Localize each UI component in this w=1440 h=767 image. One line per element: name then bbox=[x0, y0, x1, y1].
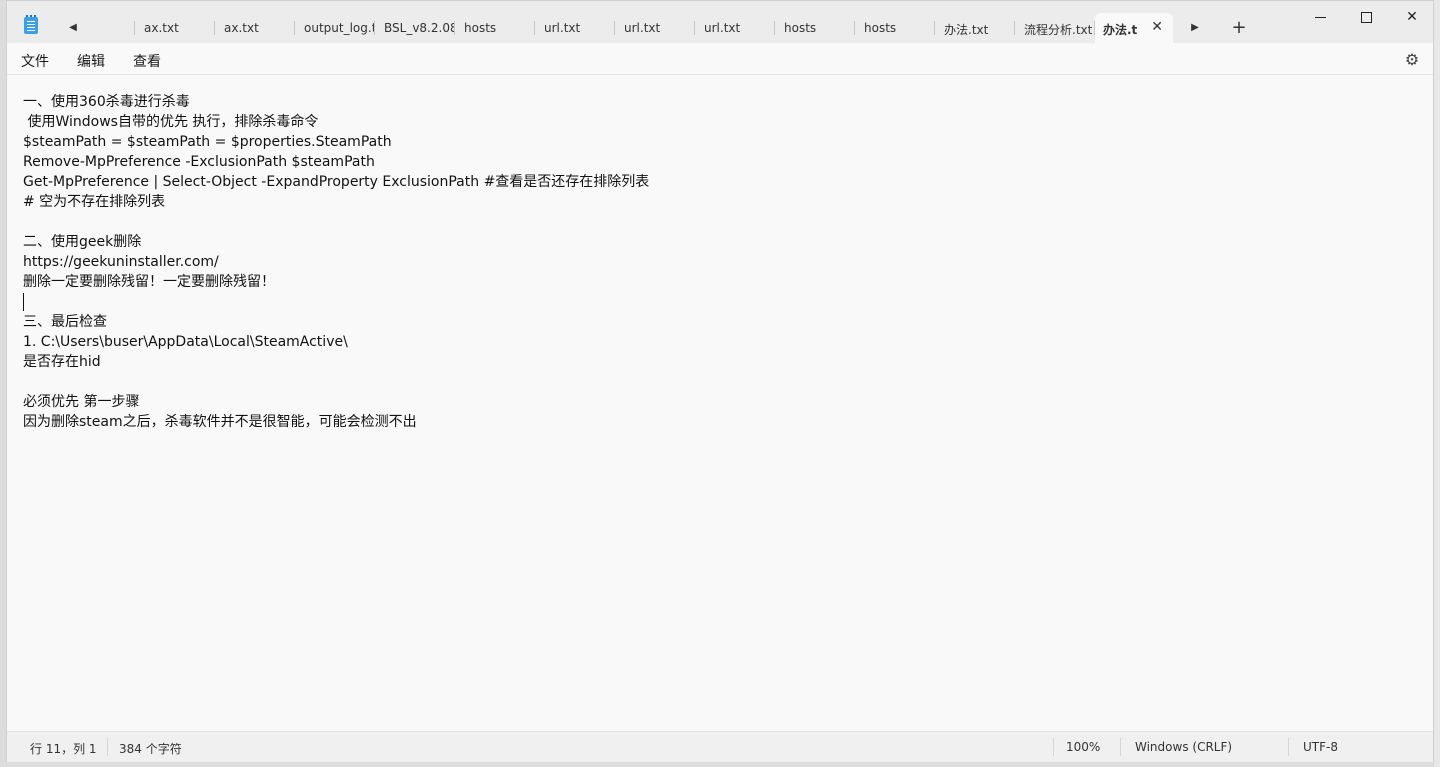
background-window-edge bbox=[1434, 0, 1440, 767]
close-icon[interactable]: ✕ bbox=[1151, 19, 1163, 35]
text-editor[interactable]: 一、使用360杀毒进行杀毒 使用Windows自带的优先 执行，排除杀毒命令 $s… bbox=[7, 76, 1433, 730]
menu-bar: 文件 编辑 查看 ⚙ bbox=[7, 43, 1433, 75]
tab-strip: ax.txt ax.txt output_log.t BSL_v8.2.08. … bbox=[87, 13, 1173, 43]
tab-label: BSL_v8.2.08. bbox=[384, 21, 455, 35]
tab-partial[interactable] bbox=[87, 13, 135, 43]
tab[interactable]: url.txt bbox=[615, 13, 695, 43]
tab-active[interactable]: 办法.t ✕ bbox=[1095, 13, 1173, 43]
tab-label: hosts bbox=[864, 21, 897, 35]
status-bar: 行 11，列 1 384 个字符 100% Windows (CRLF) UTF… bbox=[7, 731, 1433, 762]
divider bbox=[1053, 738, 1054, 756]
tab-label: ax.txt bbox=[224, 21, 259, 35]
editor-line: 三、最后检查 bbox=[23, 314, 107, 330]
tab[interactable]: url.txt bbox=[535, 13, 615, 43]
notepad-icon bbox=[24, 15, 38, 34]
tab-label: url.txt bbox=[624, 21, 661, 35]
tab[interactable]: hosts bbox=[855, 13, 935, 43]
chevron-right-icon[interactable]: ▶ bbox=[1183, 15, 1207, 39]
editor-line: 必须优先 第一步骤 bbox=[23, 394, 140, 410]
close-window-button[interactable]: ✕ bbox=[1389, 5, 1435, 29]
tab[interactable]: 流程分析.txt bbox=[1015, 13, 1095, 43]
encoding[interactable]: UTF-8 bbox=[1303, 740, 1338, 754]
chevron-left-icon[interactable]: ◀ bbox=[61, 15, 85, 39]
divider bbox=[1288, 738, 1289, 756]
close-icon: ✕ bbox=[1406, 9, 1418, 25]
zoom-level[interactable]: 100% bbox=[1066, 740, 1100, 754]
text-caret bbox=[23, 293, 24, 311]
title-bar: ◀ ax.txt ax.txt output_log.t BSL_v8.2.08… bbox=[7, 1, 1433, 43]
editor-line: 一、使用360杀毒进行杀毒 bbox=[23, 94, 190, 110]
tab[interactable]: hosts bbox=[455, 13, 535, 43]
tab-label: output_log.t bbox=[304, 21, 375, 35]
divider bbox=[1120, 738, 1121, 756]
tab-label: hosts bbox=[784, 21, 817, 35]
tab-label: 流程分析.txt bbox=[1024, 23, 1093, 37]
tab[interactable]: hosts bbox=[775, 13, 855, 43]
tab-label: url.txt bbox=[704, 21, 741, 35]
tab[interactable]: 办法.txt bbox=[935, 13, 1015, 43]
plus-icon[interactable]: + bbox=[1227, 15, 1251, 39]
menu-view[interactable]: 查看 bbox=[133, 51, 161, 71]
cursor-position: 行 11，列 1 bbox=[30, 742, 97, 756]
editor-line: 删除一定要删除残留！一定要删除残留！ bbox=[23, 274, 275, 290]
tab-label: url.txt bbox=[544, 21, 581, 35]
editor-line: 1. C:\Users\buser\AppData\Local\SteamAct… bbox=[23, 334, 348, 350]
tab[interactable]: ax.txt bbox=[135, 13, 215, 43]
menu-file[interactable]: 文件 bbox=[21, 51, 49, 71]
tab[interactable]: output_log.t bbox=[295, 13, 375, 43]
tab-label: hosts bbox=[464, 21, 497, 35]
editor-line: $steamPath = $steamPath = $properties.St… bbox=[23, 134, 392, 150]
editor-line: 使用Windows自带的优先 执行，排除杀毒命令 bbox=[23, 114, 319, 130]
editor-line: Get-MpPreference | Select-Object -Expand… bbox=[23, 174, 650, 190]
editor-line: 是否存在hid bbox=[23, 354, 101, 370]
notepad-window: ◀ ax.txt ax.txt output_log.t BSL_v8.2.08… bbox=[6, 0, 1434, 762]
line-ending[interactable]: Windows (CRLF) bbox=[1135, 740, 1232, 754]
divider bbox=[107, 738, 108, 756]
editor-line: 二、使用geek删除 bbox=[23, 234, 142, 250]
gear-icon[interactable]: ⚙ bbox=[1403, 50, 1421, 69]
char-count: 384 个字符 bbox=[119, 742, 182, 756]
tab-label: 办法.t bbox=[1103, 23, 1138, 37]
tab[interactable]: url.txt bbox=[695, 13, 775, 43]
tab-label: ax.txt bbox=[144, 21, 179, 35]
minimize-button[interactable] bbox=[1297, 5, 1343, 29]
tab[interactable]: ax.txt bbox=[215, 13, 295, 43]
maximize-icon bbox=[1360, 11, 1372, 23]
editor-line: https://geekuninstaller.com/ bbox=[23, 254, 219, 270]
minimize-icon bbox=[1314, 16, 1326, 18]
editor-line: 因为删除steam之后，杀毒软件并不是很智能，可能会检测不出 bbox=[23, 414, 417, 430]
editor-line bbox=[23, 292, 1433, 312]
editor-line: Remove-MpPreference -ExclusionPath $stea… bbox=[23, 154, 375, 170]
editor-line: # 空为不存在排除列表 bbox=[23, 194, 166, 210]
tab-label: 办法.txt bbox=[944, 23, 989, 37]
menu-edit[interactable]: 编辑 bbox=[77, 51, 105, 71]
maximize-button[interactable] bbox=[1343, 5, 1389, 29]
tab[interactable]: BSL_v8.2.08. bbox=[375, 13, 455, 43]
